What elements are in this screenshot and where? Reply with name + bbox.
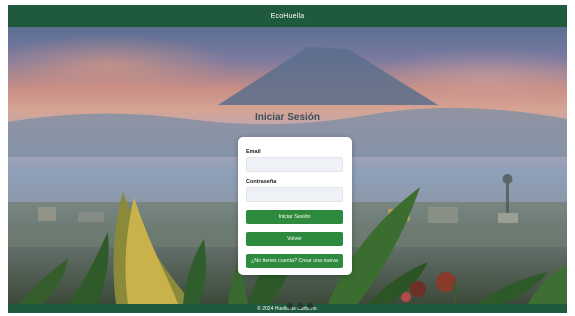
login-card: Email Contraseña Iniciar Sesión Volver ¿… <box>238 137 352 275</box>
brand-title[interactable]: EcoHuella <box>271 13 305 20</box>
media-controls <box>287 302 313 310</box>
top-navbar: EcoHuella <box>8 5 567 27</box>
login-button[interactable]: Iniciar Sesión <box>246 210 343 224</box>
password-label: Contraseña <box>246 179 277 185</box>
volcano-shape <box>218 47 438 105</box>
background-image: Iniciar Sesión Email Contraseña Iniciar … <box>8 27 567 304</box>
email-label: Email <box>246 149 261 155</box>
page-title: Iniciar Sesión <box>254 112 321 123</box>
prev-icon[interactable] <box>287 303 293 309</box>
signup-button[interactable]: ¿No tienes cuenta? Crear una nueva <box>246 254 343 268</box>
back-button[interactable]: Volver <box>246 232 343 246</box>
play-icon[interactable] <box>297 303 303 309</box>
next-icon[interactable] <box>307 303 313 309</box>
email-field[interactable] <box>246 157 343 172</box>
password-field[interactable] <box>246 187 343 202</box>
app-frame: EcoHuella Iniciar Sesión Email Contraseñ… <box>8 5 567 313</box>
